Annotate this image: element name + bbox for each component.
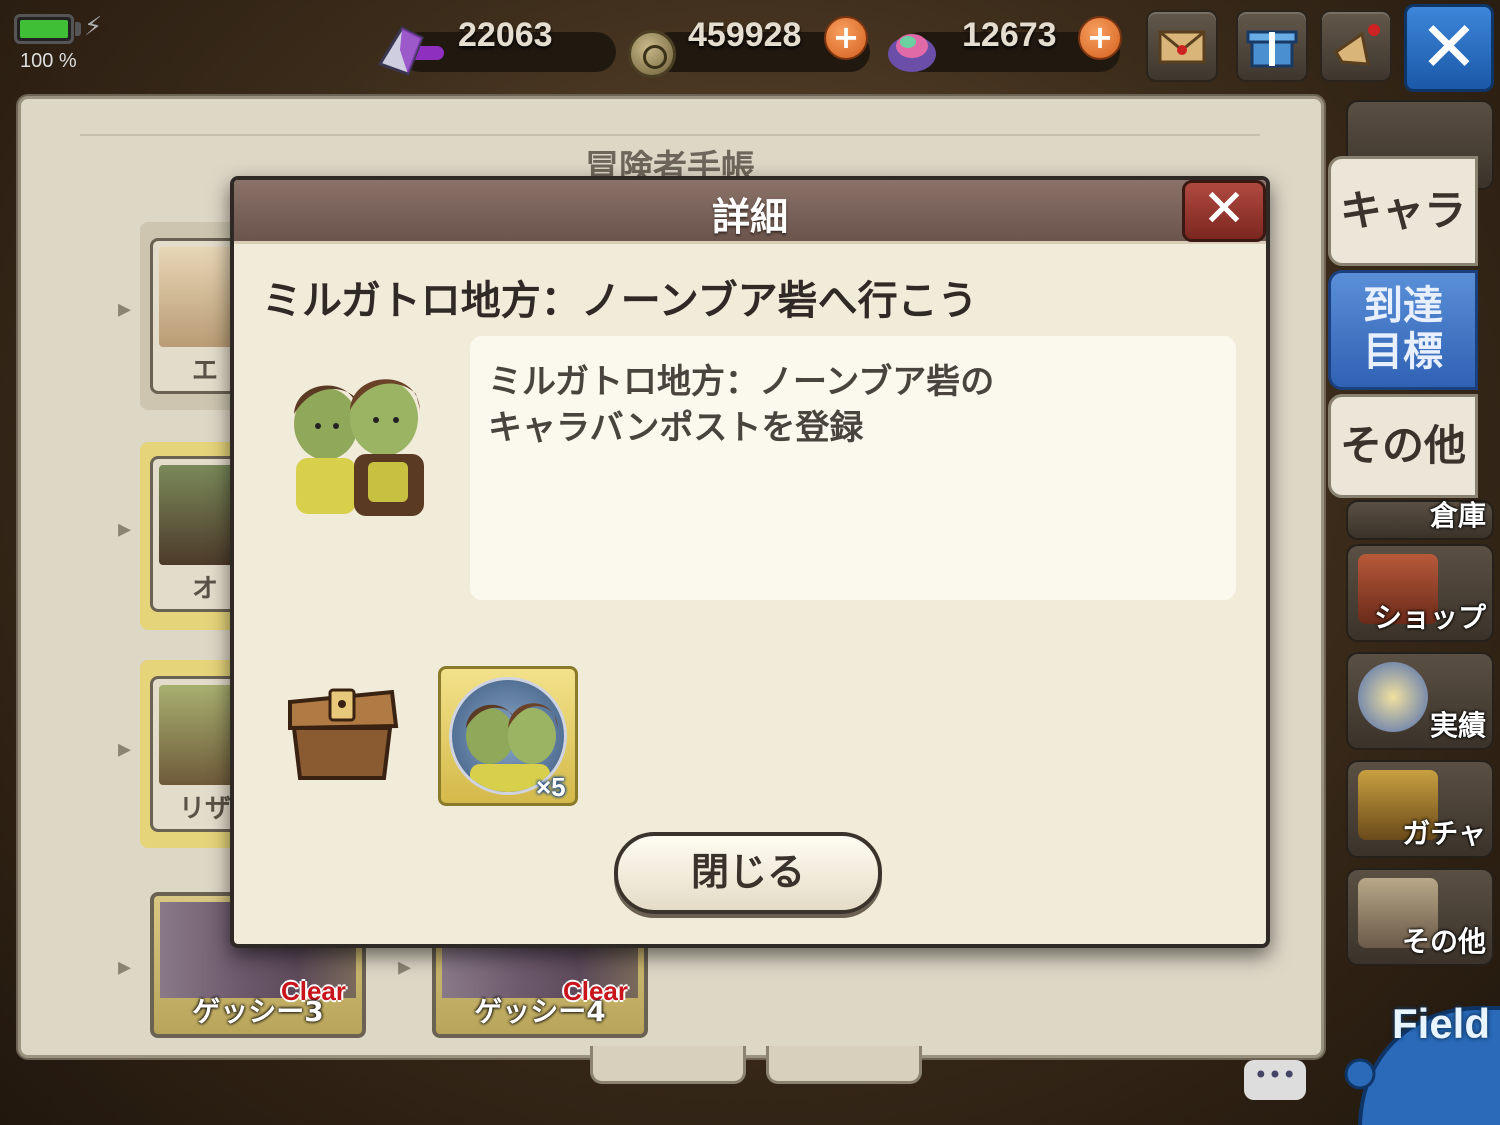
warehouse-button[interactable]: 倉庫 (1346, 499, 1494, 540)
achievements-button[interactable]: 実績 (1346, 652, 1494, 750)
battery-icon (14, 14, 74, 44)
gem-count: 22063 (458, 16, 553, 54)
gift-button[interactable] (1236, 10, 1308, 82)
row-arrow-icon: ▸ (398, 952, 412, 982)
stone-count: 12673 (962, 16, 1057, 54)
magic-stone-icon (888, 34, 936, 72)
horn-icon (1333, 24, 1380, 66)
envelope-icon (1158, 30, 1206, 64)
add-gil-button[interactable]: + (824, 16, 868, 60)
character-portrait (294, 379, 424, 516)
tab-goal[interactable]: 到達目標 (1328, 270, 1478, 390)
row-arrow-icon: ▸ (118, 952, 132, 982)
add-stone-button[interactable]: + (1078, 16, 1122, 60)
crystal-icon (377, 26, 424, 76)
tab-other[interactable]: その他 (1328, 394, 1478, 498)
new-camp-tab[interactable] (766, 1046, 922, 1084)
modal-title: 詳細 (711, 195, 788, 239)
announcement-button[interactable] (1320, 10, 1392, 82)
row-arrow-icon: ▸ (118, 734, 132, 764)
top-status-bar: ⚡ 100 % 22063 459928 + 12673 + ✕ (0, 0, 1500, 96)
reward-quantity: ×5 (536, 772, 566, 802)
close-screen-button[interactable]: ✕ (1404, 4, 1494, 92)
row-arrow-icon: ▸ (118, 514, 132, 544)
gacha-button[interactable]: ガチャ (1346, 760, 1494, 858)
mail-button[interactable] (1146, 10, 1218, 82)
charging-icon: ⚡ (84, 12, 103, 42)
row-arrow-icon: ▸ (118, 294, 132, 324)
facility-storage-tab[interactable] (590, 1046, 746, 1084)
description-line: ミルガトロ地方：ノーンブア砦の (488, 362, 995, 402)
battery-percent: 100 % (20, 50, 77, 72)
field-label: Field (1392, 1000, 1491, 1047)
reward-chest-icon (288, 688, 399, 780)
gift-icon (1246, 30, 1298, 68)
medal-icon (1358, 662, 1428, 732)
mission-title: ミルガトロ地方：ノーンブア砦へ行こう (262, 278, 978, 324)
gil-count: 459928 (688, 16, 802, 54)
coin-icon (628, 30, 676, 78)
tab-chara[interactable]: キャラ (1328, 156, 1478, 266)
description-line: キャラバンポストを登録 (488, 408, 864, 448)
shop-button[interactable]: ショップ (1346, 544, 1494, 642)
close-button[interactable]: 閉じる (614, 832, 882, 914)
other-menu-button[interactable]: その他 (1346, 868, 1494, 966)
modal-close-button[interactable]: ✕ (1182, 180, 1266, 242)
chat-button[interactable]: ••• (1244, 1060, 1306, 1100)
